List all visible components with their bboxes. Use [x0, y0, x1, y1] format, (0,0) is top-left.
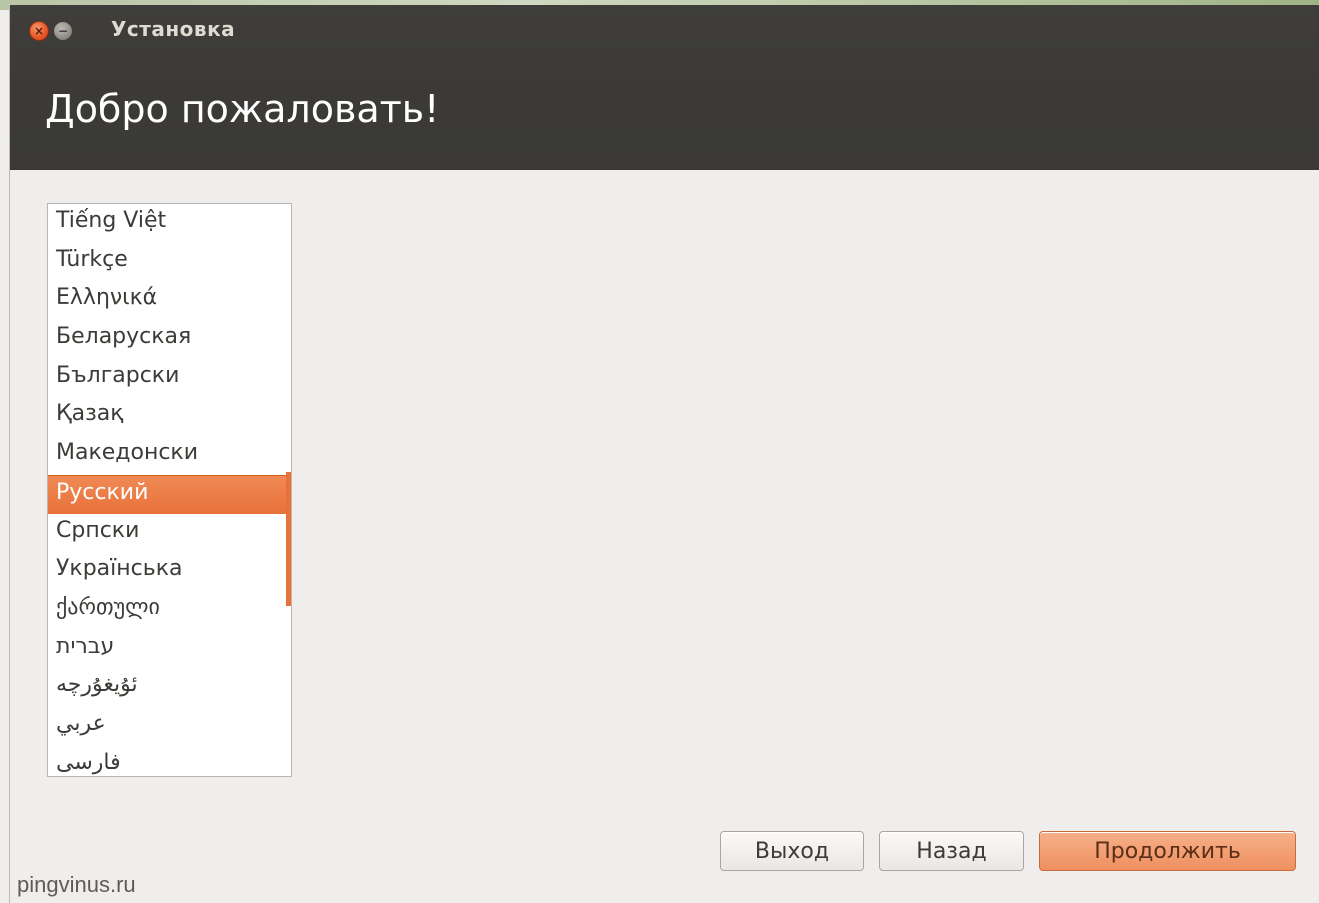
- language-item[interactable]: ქართული: [48, 591, 291, 630]
- watermark-text: pingvinus.ru: [17, 872, 136, 897]
- language-item[interactable]: Русский: [48, 474, 291, 514]
- continue-button[interactable]: Продолжить: [1039, 831, 1296, 871]
- page-title: Добро пожаловать!: [45, 87, 440, 131]
- window-header: × − Установка Добро пожаловать!: [10, 5, 1319, 170]
- language-item[interactable]: Қазақ: [48, 397, 291, 436]
- language-item[interactable]: Српски: [48, 514, 291, 553]
- quit-button[interactable]: Выход: [720, 831, 864, 871]
- window-title: Установка: [111, 17, 236, 41]
- language-item[interactable]: ئۇيغۇرچە: [48, 668, 291, 707]
- minimize-icon[interactable]: −: [53, 21, 73, 41]
- language-list[interactable]: Tiếng Việt Türkçe Ελληνικά Беларуская Българ…: [47, 203, 292, 777]
- language-item[interactable]: Македонски: [48, 436, 291, 475]
- minimize-glyph: −: [57, 24, 69, 38]
- language-item[interactable]: Tiếng Việt: [48, 204, 291, 243]
- close-glyph: ×: [33, 24, 45, 38]
- language-item[interactable]: עברית: [48, 630, 291, 669]
- scrollbar-thumb[interactable]: [286, 472, 291, 606]
- language-item[interactable]: Беларуская: [48, 320, 291, 359]
- language-item[interactable]: فارسی: [48, 746, 291, 776]
- language-item[interactable]: Български: [48, 359, 291, 398]
- language-item[interactable]: Türkçe: [48, 243, 291, 282]
- back-button[interactable]: Назад: [879, 831, 1024, 871]
- installer-window: × − Установка Добро пожаловать! Tiếng Vi…: [9, 5, 1319, 903]
- language-item[interactable]: Ελληνικά: [48, 281, 291, 320]
- language-item[interactable]: Українська: [48, 552, 291, 591]
- close-icon[interactable]: ×: [29, 21, 49, 41]
- language-item[interactable]: عربي: [48, 707, 291, 746]
- window-titlebar: × − Установка: [10, 5, 1319, 55]
